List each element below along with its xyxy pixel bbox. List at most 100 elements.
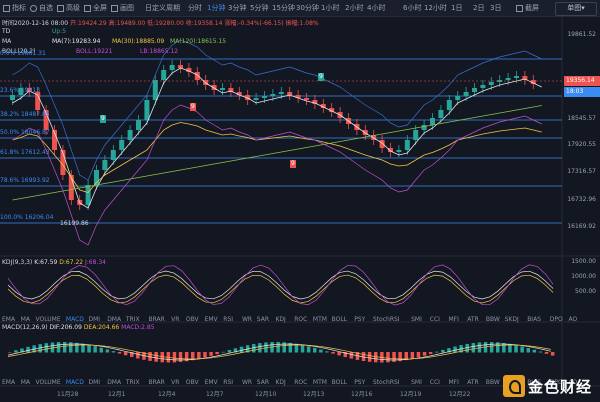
indicator-tab-bbw[interactable]: BBW (486, 316, 500, 323)
indicator-tab-sar[interactable]: SAR (257, 379, 269, 386)
macd-histogram-bar (197, 352, 201, 359)
price-chart[interactable] (0, 0, 600, 402)
indicator-tab-vr[interactable]: VR (171, 379, 179, 386)
indicator-tab-rsi[interactable]: RSI (223, 316, 233, 323)
kdj-legend: KDJ(9,3,3) K:67.59 D:67.22 J:68.34 (2, 259, 106, 266)
macd-histogram-bar (300, 344, 305, 353)
indicator-tab-wr[interactable]: WR (242, 316, 252, 323)
logo-text: 金色财经 (528, 378, 593, 396)
indicator-tab-atr[interactable]: ATR (467, 379, 478, 386)
macd-histogram-bar (154, 352, 158, 362)
macd-histogram-bar (550, 352, 555, 356)
indicator-tab-sar[interactable]: SAR (257, 316, 269, 323)
macd-histogram-bar (258, 343, 262, 353)
indicator-tab-stochrsi[interactable]: StochRSI (373, 379, 400, 386)
indicator-tab-ma[interactable]: MA (21, 379, 30, 386)
price-axis-label: 17316.57 (567, 168, 596, 175)
macd-histogram-bar (331, 352, 335, 354)
macd-histogram-bar (123, 352, 128, 356)
macd-label[interactable]: MACD(12,26,9) (2, 324, 48, 331)
indicator-tab-psy[interactable]: PSY (354, 379, 365, 386)
indicator-tab-vr[interactable]: VR (171, 316, 179, 323)
candle-body (169, 65, 175, 70)
x-axis-label: 11月28 (57, 391, 79, 398)
macd-histogram-bar (392, 352, 396, 362)
td-up: Up:5 (52, 28, 67, 35)
fib-level-0: 0.0% 19861.31 (0, 50, 46, 57)
indicator-tab-smi[interactable]: SMI (411, 316, 422, 323)
macd-histogram-bar (325, 351, 329, 353)
indicator-tab-macd[interactable]: MACD (66, 316, 84, 323)
indicator-tab-dma[interactable]: DMA (107, 316, 121, 323)
indicator-tab-smi[interactable]: SMI (411, 379, 422, 386)
macd-histogram-bar (215, 352, 219, 355)
indicator-tab-emv[interactable]: EMV (205, 316, 218, 323)
x-axis-label: 12月7 (206, 391, 224, 398)
macd-histogram-bar (386, 352, 390, 363)
indicator-tab-ema[interactable]: EMA (2, 316, 15, 323)
indicator-tab-ema[interactable]: EMA (2, 379, 15, 386)
indicator-tab-roc[interactable]: ROC (294, 316, 307, 323)
candle-body (505, 78, 511, 80)
candle-body (10, 95, 15, 100)
indicator-tab-volume[interactable]: VOLUME (36, 379, 61, 386)
macd-histogram-bar (544, 352, 549, 354)
indicator-tab-volume[interactable]: VOLUME (36, 316, 61, 323)
indicator-tab-mtm[interactable]: MTM (313, 316, 327, 323)
indicator-tab-boll[interactable]: BOLL (332, 316, 347, 323)
fib-level-6: 100.0% 16206.04 (0, 214, 54, 221)
macd-histogram-bar (489, 342, 494, 353)
indicator-tab-ma[interactable]: MA (21, 316, 30, 323)
indicator-tab-brar[interactable]: BRAR (149, 316, 165, 323)
candle-body (463, 92, 469, 96)
price-axis-label: 1000.00 (571, 273, 596, 280)
indicator-tab-skdj[interactable]: SKDJ (505, 316, 519, 323)
info-change: 涨幅:-0.34%(-66.15) (224, 20, 284, 27)
price-axis-label: 16732.96 (567, 196, 596, 203)
indicator-tab-macd[interactable]: MACD (66, 379, 84, 386)
macd-dif: DIF:206.09 (49, 324, 82, 331)
macd-histogram-bar (178, 352, 183, 362)
indicator-tab-dma[interactable]: DMA (107, 379, 121, 386)
td-label[interactable]: TD (2, 28, 10, 36)
indicator-tab-bbw[interactable]: BBW (486, 379, 500, 386)
indicator-tab-kdj[interactable]: KDJ (276, 379, 286, 386)
macd-legend: MACD(12,26,9) DIF:206.09 DEA:204.66 MACD… (2, 324, 155, 331)
indicator-tab-obv[interactable]: OBV (186, 316, 199, 323)
macd-histogram-bar (26, 346, 30, 353)
td-marker: 9 (290, 160, 296, 168)
indicator-tab-bias[interactable]: BIAS (527, 316, 541, 323)
candle-body (396, 150, 402, 152)
indicator-tab-wr[interactable]: WR (242, 379, 252, 386)
indicator-tab-ao[interactable]: AO (569, 316, 578, 323)
indicator-tab-mtm[interactable]: MTM (313, 379, 327, 386)
indicator-tab-stochrsi[interactable]: StochRSI (373, 316, 400, 323)
indicator-tab-rsi[interactable]: RSI (223, 379, 233, 386)
indicator-tab-dmi[interactable]: DMI (89, 379, 101, 386)
indicator-tab-trix[interactable]: TRIX (126, 316, 140, 323)
indicator-tab-emv[interactable]: EMV (205, 379, 218, 386)
indicator-tab-brar[interactable]: BRAR (149, 379, 165, 386)
indicator-tab-boll[interactable]: BOLL (332, 379, 347, 386)
indicator-tab-mfi[interactable]: MFI (449, 379, 459, 386)
x-axis-label: 12月10 (255, 391, 277, 398)
boll-upper-line (12, 39, 542, 181)
indicator-tab-roc[interactable]: ROC (294, 379, 307, 386)
macd-histogram-bar (99, 347, 103, 353)
price-axis-label: 1500.00 (571, 258, 596, 265)
indicator-tab-atr[interactable]: ATR (467, 316, 478, 323)
boll-mid: BOLL:19221 (76, 48, 113, 55)
indicator-tab-mfi[interactable]: MFI (449, 316, 459, 323)
candle-body (220, 88, 225, 90)
indicator-tab-psy[interactable]: PSY (354, 316, 365, 323)
kdj-label[interactable]: KDJ(9,3,3) (2, 259, 32, 266)
indicator-tab-dpo[interactable]: DPO (550, 316, 563, 323)
indicator-tab-cci[interactable]: CCI (430, 379, 440, 386)
info-close: 收:19358.14 (185, 20, 223, 27)
indicator-tab-dmi[interactable]: DMI (89, 316, 101, 323)
indicator-tab-obv[interactable]: OBV (186, 379, 199, 386)
ma-label[interactable]: MA (2, 38, 11, 46)
indicator-tab-kdj[interactable]: KDJ (276, 316, 286, 323)
indicator-tab-trix[interactable]: TRIX (126, 379, 140, 386)
indicator-tab-cci[interactable]: CCI (430, 316, 440, 323)
